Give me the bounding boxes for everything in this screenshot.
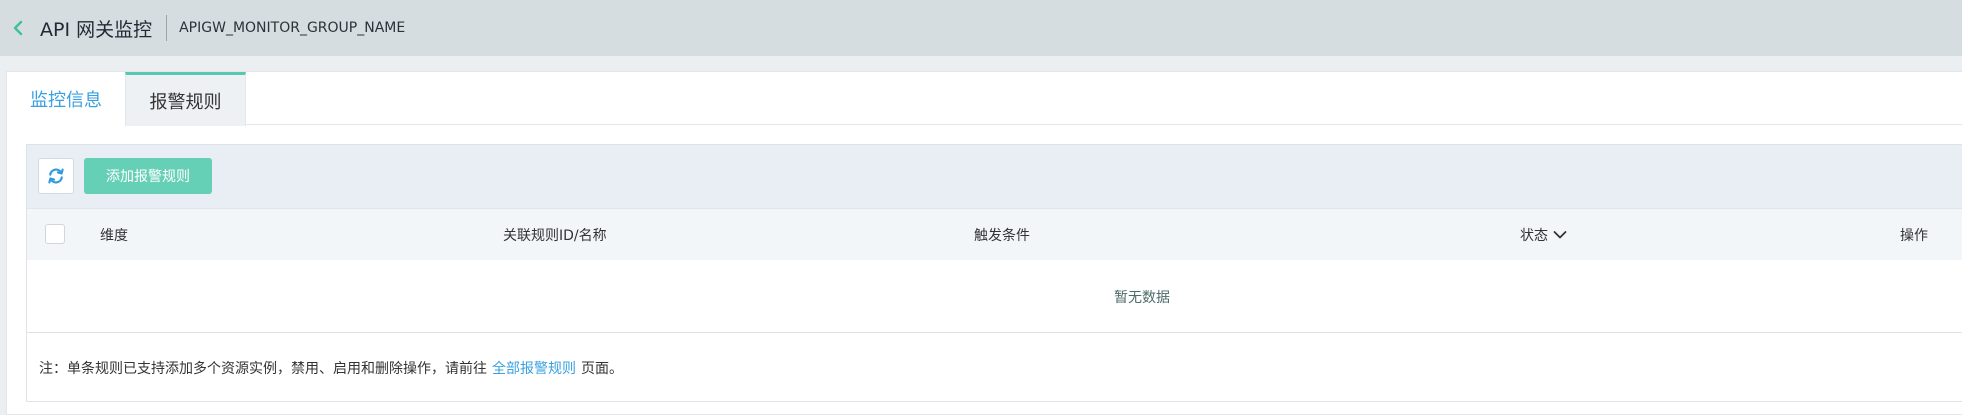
top-header: API 网关监控 APIGW_MONITOR_GROUP_NAME (0, 0, 1962, 56)
alarm-rules-table: 添加报警规则 维度 关联规则ID/名称 触发条件 状态 操作 暂无数据 注：单条… (26, 144, 1962, 402)
note-prefix: 注：单条规则已支持添加多个资源实例，禁用、启用和删除操作，请前往 (39, 361, 487, 377)
empty-state-text: 暂无数据 (1114, 289, 1170, 306)
note-suffix: 页面。 (581, 361, 623, 377)
column-dimension: 维度 (100, 227, 128, 244)
refresh-icon (48, 168, 64, 184)
column-operations: 操作 (1900, 227, 1928, 244)
add-alarm-rule-button[interactable]: 添加报警规则 (84, 158, 212, 194)
tab-alarm-rules[interactable]: 报警规则 (125, 72, 246, 126)
header-divider (166, 15, 168, 41)
table-toolbar: 添加报警规则 (27, 145, 1962, 209)
column-status-label: 状态 (1520, 227, 1548, 244)
tab-monitor-info[interactable]: 监控信息 (7, 72, 125, 125)
refresh-button[interactable] (38, 158, 74, 194)
table-header: 维度 关联规则ID/名称 触发条件 状态 操作 (27, 209, 1962, 260)
page-title: API 网关监控 (40, 18, 153, 41)
select-all-checkbox[interactable] (45, 224, 65, 244)
column-trigger-condition: 触发条件 (974, 227, 1030, 244)
note-text: 注：单条规则已支持添加多个资源实例，禁用、启用和删除操作，请前往 全部报警规则 … (39, 333, 623, 403)
back-button[interactable] (4, 0, 32, 56)
chevron-left-icon (13, 20, 23, 36)
column-status-filter[interactable]: 状态 (1520, 209, 1567, 260)
monitor-group-name: APIGW_MONITOR_GROUP_NAME (179, 20, 406, 36)
main-panel: 监控信息 报警规则 添加报警规则 维度 关联规则ID/名称 触发条件 状态 操作… (6, 71, 1962, 415)
tab-bar: 监控信息 报警规则 (7, 72, 1962, 126)
column-rule-id-name: 关联规则ID/名称 (503, 227, 607, 244)
all-alarm-rules-link[interactable]: 全部报警规则 (492, 358, 576, 378)
chevron-down-icon (1553, 230, 1567, 238)
empty-row: 暂无数据 (27, 260, 1962, 333)
